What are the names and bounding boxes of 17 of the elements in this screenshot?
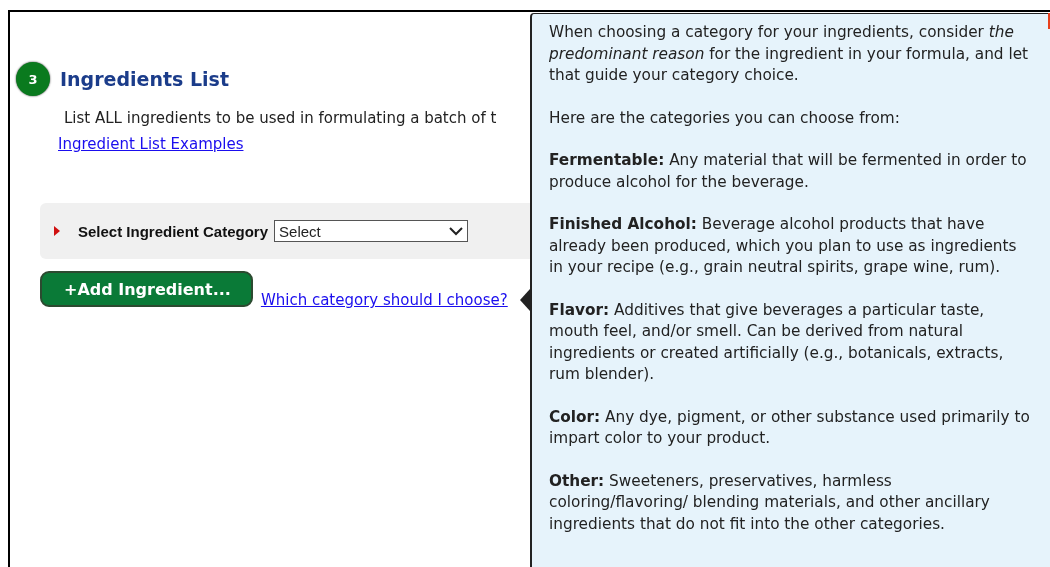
section-title: Ingredients List xyxy=(60,68,229,90)
add-ingredient-button[interactable]: +Add Ingredient... xyxy=(40,271,253,307)
category-dropdown[interactable]: Select xyxy=(274,220,469,242)
section-description: List ALL ingredients to be used in formulating a batch of t xyxy=(64,109,497,127)
help-paragraph: Here are the categories you can choose from: xyxy=(549,107,901,129)
triangle-icon xyxy=(54,226,60,236)
help-link[interactable]: Which category should I choose? xyxy=(260,291,508,309)
help-paragraph: Color: Any dye, pigment, or other substance used primarily to impart color to your product. xyxy=(549,406,1031,449)
help-paragraph: Other: Sweeteners, preservatives, harmless coloring/flavoring/ blending materials, and other ancillary ingredients that do not fit into the other categories. xyxy=(549,470,991,535)
examples-link[interactable]: Ingredient List Examples xyxy=(58,135,244,153)
help-paragraph: Flavor: Additives that give beverages a particular taste, mouth feel, and/or smell. Can be derived from natural ingredients or created artificially (e.g., botanicals, extracts, rum blender). xyxy=(549,299,1005,385)
help-paragraph: Finished Alcohol: Beverage alcohol products that have already been produced, which you plan to use as ingredients in your recipe (e.g., grain neutral spirits, grape wine, rum). xyxy=(549,214,1018,278)
help-paragraph: When choosing a category for your ingredients, consider the predominant reason for the ingredient in your formula, and let that guide your category choice. xyxy=(549,22,1030,86)
step-badge: 3 xyxy=(16,62,50,96)
chevron-down-icon xyxy=(449,226,464,236)
help-paragraph: Fermentable: Any material that will be fermented in order to produce alcohol for the beverage. xyxy=(549,150,1028,193)
category-label: Select Ingredient Category xyxy=(78,222,269,240)
